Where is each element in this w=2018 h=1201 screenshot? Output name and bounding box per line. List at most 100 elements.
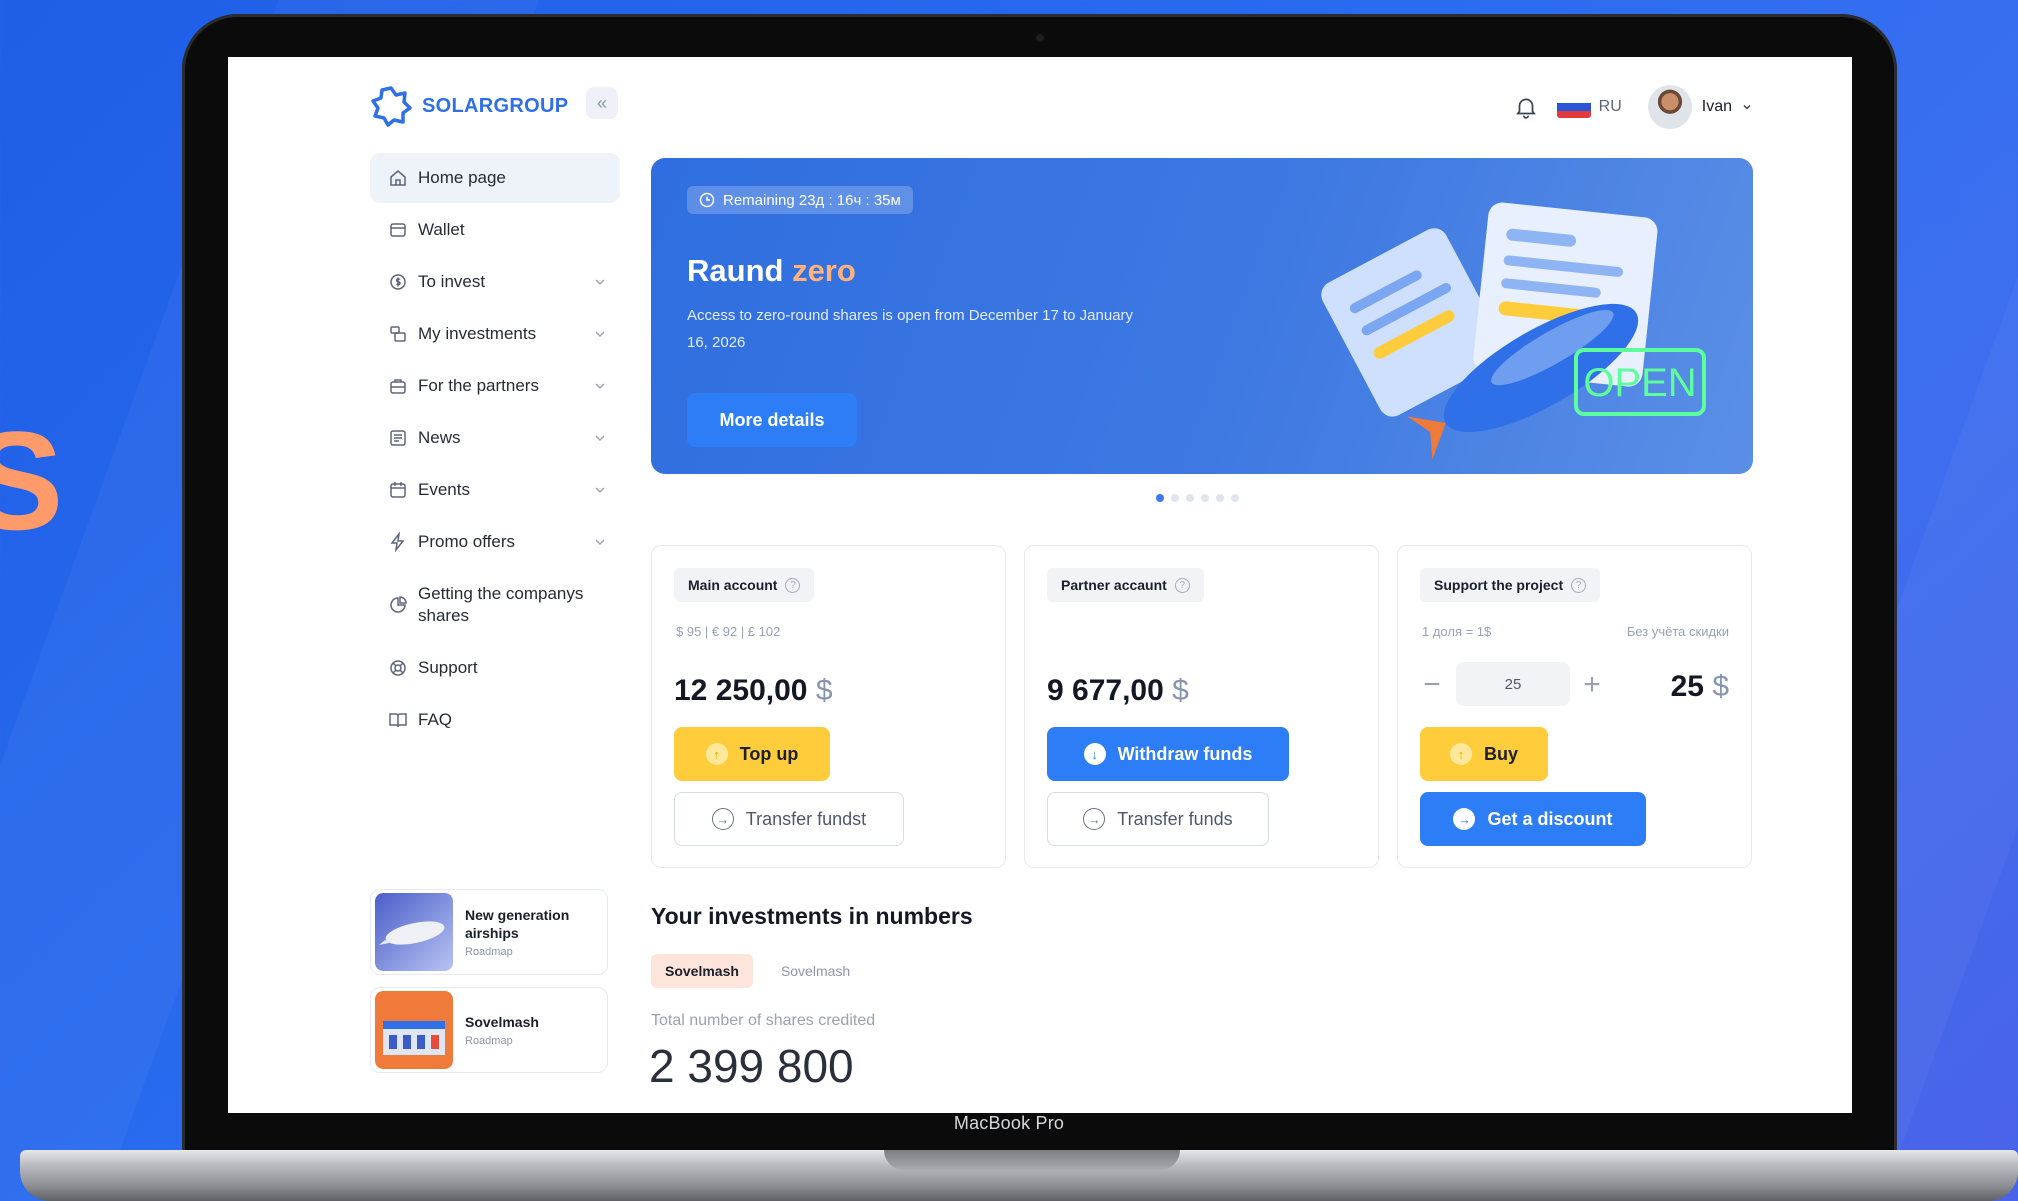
investments-tabs: Sovelmash Sovelmash	[651, 954, 864, 988]
investments-title: Your investments in numbers	[651, 903, 973, 929]
support-project-card: Support the project ? 1 доля = 1$ Без уч…	[1397, 545, 1752, 868]
sidebar-item-to-invest[interactable]: To invest	[370, 257, 620, 307]
app-screen: SOLARGROUP « RU Ivan Home page Wallet To…	[228, 57, 1852, 1113]
chevron-down-icon	[595, 539, 605, 545]
banner-title-accent: zero	[792, 253, 856, 288]
button-label: Withdraw funds	[1117, 743, 1253, 764]
partner-balance: 9 677,00 $	[1047, 674, 1189, 708]
sidebar-item-partners[interactable]: For the partners	[370, 361, 620, 411]
promo-subtitle: Roadmap	[465, 946, 513, 958]
card-label: Main account ?	[674, 568, 815, 602]
sidebar-item-events[interactable]: Events	[370, 465, 620, 515]
home-icon	[390, 170, 406, 186]
language-code: RU	[1598, 98, 1622, 115]
chevron-down-icon	[595, 487, 605, 493]
timer-text: Remaining 23д : 16ч : 35м	[723, 191, 901, 209]
main-account-card: Main account ? $ 95 | € 92 | £ 102 12 25…	[651, 545, 1006, 868]
help-icon[interactable]: ?	[1174, 577, 1190, 593]
sidebar-item-wallet[interactable]: Wallet	[370, 205, 620, 255]
carousel-dot-active[interactable]	[1156, 494, 1164, 502]
sidebar-item-home[interactable]: Home page	[370, 153, 620, 203]
currency-symbol: $	[1172, 674, 1189, 707]
clock-icon	[699, 192, 715, 208]
get-discount-button[interactable]: → Get a discount	[1420, 792, 1646, 846]
promo-card-sovelmash[interactable]: Sovelmash Roadmap	[370, 987, 608, 1073]
sidebar-item-company-shares[interactable]: Getting the companys shares	[370, 569, 620, 641]
discount-note: Без учёта скидки	[1626, 624, 1729, 639]
bell-icon[interactable]	[1513, 94, 1539, 120]
transfer-funds-button[interactable]: → Transfer funds	[1047, 792, 1269, 846]
card-label-text: Partner accaunt	[1061, 577, 1167, 593]
factory-image	[375, 991, 453, 1069]
card-label-text: Support the project	[1434, 577, 1564, 593]
button-label: Buy	[1483, 743, 1518, 764]
sidebar-item-faq[interactable]: FAQ	[370, 695, 620, 745]
sidebar-item-label: My investments	[418, 324, 537, 343]
sidebar-item-support[interactable]: Support	[370, 643, 620, 693]
carousel-dot[interactable]	[1186, 494, 1194, 502]
sidebar-item-my-investments[interactable]: My investments	[370, 309, 620, 359]
share-price-note: 1 доля = 1$	[1422, 624, 1492, 639]
arrow-up-circle-icon: ↑	[1449, 743, 1472, 765]
chevron-down-icon	[595, 331, 605, 337]
chevron-down-icon	[595, 383, 605, 389]
carousel-dot[interactable]	[1231, 494, 1239, 502]
calendar-icon	[390, 482, 406, 498]
sidebar-nav: Home page Wallet To invest My investment…	[370, 153, 620, 747]
round-zero-banner: Remaining 23д : 16ч : 35м Raund zero Acc…	[651, 158, 1753, 474]
tab-sovelmash-active[interactable]: Sovelmash	[651, 954, 753, 988]
currency-symbol: $	[815, 674, 833, 707]
remaining-timer: Remaining 23д : 16ч : 35м	[687, 186, 913, 214]
help-icon[interactable]: ?	[1571, 577, 1587, 593]
total-shares-value: 2 399 800	[649, 1040, 854, 1092]
sidebar-item-label: Support	[418, 658, 478, 677]
top-up-button[interactable]: ↑ Top up	[674, 727, 830, 781]
quantity-input[interactable]	[1456, 662, 1570, 706]
sidebar-item-promo-offers[interactable]: Promo offers	[370, 517, 620, 567]
buy-button[interactable]: ↑ Buy	[1420, 727, 1548, 781]
camera	[1036, 34, 1044, 42]
transfer-funds-button[interactable]: → Transfer fundst	[674, 792, 904, 846]
help-icon[interactable]: ?	[785, 577, 801, 593]
total-shares-label: Total number of shares credited	[651, 1012, 876, 1029]
carousel-dots	[1156, 494, 1239, 502]
button-label: Transfer funds	[1117, 808, 1233, 829]
sidebar-item-label: Promo offers	[418, 532, 516, 551]
investments-icon	[390, 326, 406, 342]
promo-card-airships[interactable]: New generation airships Roadmap	[370, 889, 608, 975]
carousel-dot[interactable]	[1201, 494, 1209, 502]
decrease-quantity-button[interactable]: −	[1420, 668, 1444, 702]
banner-description: Access to zero-round shares is open from…	[687, 307, 1134, 351]
arrow-down-circle-icon: ↓	[1083, 743, 1106, 765]
device-label: MacBook Pro	[953, 1113, 1065, 1133]
arrow-right-circle-icon: →	[1453, 808, 1476, 830]
language-switcher[interactable]: RU	[1556, 96, 1622, 118]
lifebuoy-icon	[390, 660, 406, 676]
brand-logo[interactable]: SOLARGROUP	[370, 85, 568, 127]
currency-equivalents: $ 95 | € 92 | £ 102	[676, 624, 781, 639]
sidebar-item-label: Home page	[418, 168, 506, 187]
button-label: Top up	[739, 743, 799, 764]
lightning-icon	[390, 532, 405, 552]
button-label: Get a discount	[1487, 808, 1613, 829]
user-menu[interactable]: Ivan	[1640, 85, 1752, 129]
sidebar-item-label: FAQ	[418, 710, 453, 729]
increase-quantity-button[interactable]: +	[1580, 668, 1604, 702]
wallet-icon	[390, 223, 406, 237]
pie-chart-icon	[390, 596, 407, 613]
carousel-dot[interactable]	[1171, 494, 1179, 502]
card-label-text: Main account	[688, 577, 778, 593]
withdraw-funds-button[interactable]: ↓ Withdraw funds	[1047, 727, 1289, 781]
tab-sovelmash[interactable]: Sovelmash	[767, 954, 864, 988]
banner-title-main: Raund	[687, 253, 784, 288]
double-chevron-left-icon: «	[596, 92, 607, 113]
solargroup-logo-icon	[371, 86, 412, 127]
more-details-button[interactable]: More details	[687, 393, 857, 447]
carousel-dot[interactable]	[1216, 494, 1224, 502]
banner-title: Raund zero	[687, 253, 856, 289]
collapse-sidebar-button[interactable]: «	[586, 87, 618, 119]
sidebar-item-news[interactable]: News	[370, 413, 620, 463]
total-value: 25	[1670, 670, 1704, 703]
sidebar-item-label: Events	[418, 480, 470, 499]
chevron-down-icon	[595, 435, 605, 441]
